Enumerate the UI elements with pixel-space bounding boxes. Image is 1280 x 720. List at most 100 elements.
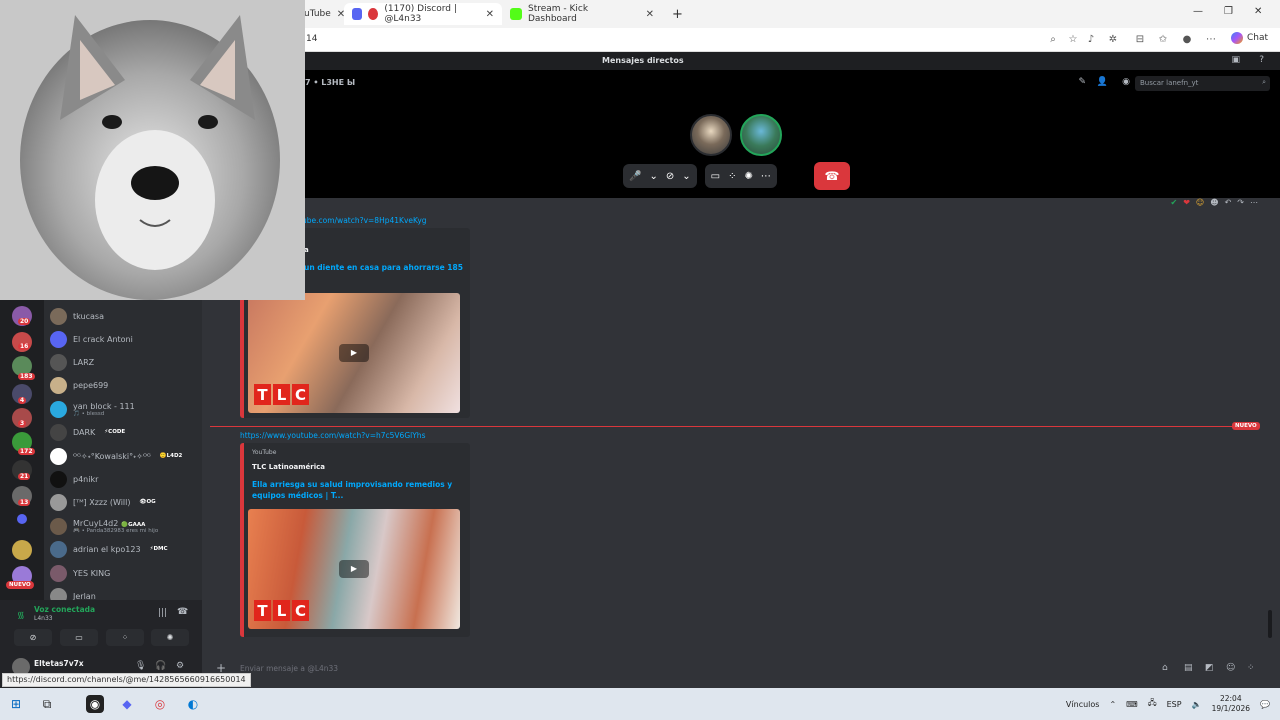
camera-off-button[interactable]: ⊘ — [14, 629, 52, 646]
hang-up-button[interactable]: ☎ — [814, 162, 850, 190]
sticker-icon[interactable]: ◩ — [1205, 663, 1214, 673]
read-aloud-icon[interactable]: ♪ — [1084, 33, 1098, 47]
camera-off-icon[interactable]: ⊘ — [666, 171, 674, 182]
connection-signal-icon[interactable]: ᯾ — [17, 608, 25, 621]
notifications-icon[interactable]: 💬 — [1260, 700, 1270, 709]
emoji-icon[interactable]: ☺ — [1226, 663, 1235, 673]
activities-icon[interactable]: ⁘ — [728, 171, 736, 182]
zoom-icon[interactable]: ⌕ — [1046, 33, 1060, 47]
minimize-icon[interactable]: — — [1193, 6, 1203, 17]
discord-taskbar-icon[interactable]: ◆ — [118, 695, 136, 713]
list-item[interactable]: tkucasa — [48, 305, 198, 327]
task-view-icon[interactable]: ⧉ — [38, 695, 56, 713]
soundboard-icon[interactable]: ✺ — [744, 171, 752, 182]
url-input[interactable]: 14 — [306, 34, 317, 44]
message-link[interactable]: ube.com/watch?v=8Hp41KveKyg — [302, 216, 427, 225]
gift-icon[interactable]: ⌂ — [1162, 663, 1168, 673]
links-toolbar[interactable]: Vínculos — [1066, 700, 1100, 709]
language-indicator[interactable]: ESP — [1167, 700, 1182, 709]
chevron-down-icon[interactable]: ⌄ — [682, 171, 690, 182]
play-icon[interactable]: ▶ — [339, 560, 369, 578]
video-thumbnail[interactable]: T L C ▶ — [248, 293, 460, 413]
add-friend-icon[interactable]: 👤 — [1097, 77, 1108, 87]
participant-avatar[interactable] — [690, 114, 732, 156]
list-item[interactable]: LARZ — [48, 351, 198, 373]
list-item[interactable]: ᴼᴳ✧˖°Kowalski°˖✧ᴼᴳ 🙂L4D2 — [48, 445, 198, 467]
favorites-icon[interactable]: ✩ — [1156, 33, 1170, 47]
tab-discord[interactable]: (1170) Discord | @L4n33 ✕ — [344, 3, 502, 25]
list-item[interactable]: DARK ⚡CODE — [48, 421, 198, 443]
gif-icon[interactable]: ▤ — [1184, 663, 1193, 673]
edge-browser-icon[interactable]: ◐ — [184, 695, 202, 713]
list-item[interactable]: MrCuyL4d2 🟢GAAA 🎮 • Panda382983 eres mi hi… — [48, 515, 198, 537]
checkmark-reaction-icon[interactable]: ✔ — [1171, 198, 1178, 207]
tab-kick[interactable]: Stream - Kick Dashboard ✕ — [502, 3, 662, 25]
reply-icon[interactable]: ↶ — [1225, 198, 1232, 207]
list-item[interactable]: adrian el kpo123 ⚡DMC — [48, 538, 198, 560]
participant-avatar[interactable] — [740, 114, 782, 156]
video-thumbnail[interactable]: T L C ▶ — [248, 509, 460, 629]
message-input[interactable]: Enviar mensaje a @L4n33 — [240, 664, 338, 673]
heart-reaction-icon[interactable]: ❤ — [1183, 198, 1190, 207]
list-item[interactable]: p4nikr — [48, 468, 198, 490]
more-options-icon[interactable]: ⋯ — [761, 171, 771, 182]
embed-author[interactable]: TLC Latinoamérica — [252, 463, 325, 471]
close-tab-icon[interactable]: ✕ — [486, 9, 494, 20]
network-icon[interactable]: 🖧 — [1148, 697, 1157, 711]
close-tab-icon[interactable]: ✕ — [646, 9, 654, 20]
microphone-icon[interactable]: 🎙 — [135, 661, 146, 671]
favorite-star-icon[interactable]: ☆ — [1066, 33, 1080, 47]
more-options-icon[interactable]: ⋯ — [1250, 198, 1258, 207]
apps-icon[interactable]: ⁘ — [1247, 663, 1255, 673]
search-placeholder: Buscar lanefn_yt — [1140, 79, 1199, 87]
screen-share-icon[interactable]: ▭ — [711, 171, 720, 182]
record-app-icon[interactable]: ◎ — [151, 695, 169, 713]
disconnect-icon[interactable]: ☎ — [177, 607, 188, 617]
keyboard-icon[interactable]: ⌨ — [1126, 700, 1138, 709]
voice-status[interactable]: Voz conectada — [34, 605, 95, 614]
chevron-up-icon[interactable]: ⌃ — [1109, 700, 1116, 709]
scrollbar[interactable] — [1268, 610, 1272, 638]
windows-start-icon[interactable]: ⊞ — [7, 695, 25, 713]
screen-share-button[interactable]: ▭ — [60, 629, 98, 646]
activities-button[interactable]: ⁘ — [106, 629, 144, 646]
server-folder-icon[interactable] — [17, 514, 27, 524]
profile-toggle-icon[interactable]: ◉ — [1122, 77, 1130, 87]
close-window-icon[interactable]: ✕ — [1254, 6, 1262, 17]
new-tab-button[interactable]: + — [664, 3, 691, 25]
emoji-reaction-icon[interactable]: ☺ — [1196, 198, 1204, 207]
dm-name: p4nikr — [73, 474, 99, 484]
add-reaction-icon[interactable]: ☻ — [1210, 198, 1218, 207]
message-link[interactable]: https://www.youtube.com/watch?v=h7c5V6Gl… — [240, 431, 425, 440]
embed-title[interactable]: Ella arriesga su salud improvisando reme… — [252, 479, 462, 501]
list-item[interactable]: yan block - 111 🎵 • blessd — [48, 398, 198, 420]
copilot-chat-button[interactable]: Chat — [1230, 32, 1268, 44]
forward-icon[interactable]: ↷ — [1237, 198, 1244, 207]
gear-icon[interactable]: ⚙ — [176, 661, 184, 671]
microphone-icon[interactable]: 🎤 — [629, 171, 641, 182]
clock[interactable]: 22:04 19/1/2026 — [1212, 694, 1250, 714]
list-item[interactable]: [ᵀᴹ] Xzzz (Will) 👁OG — [48, 491, 198, 513]
profile-icon[interactable]: ● — [1180, 33, 1194, 47]
chevron-down-icon[interactable]: ⌄ — [649, 171, 657, 182]
noise-suppression-icon[interactable]: ||| — [158, 608, 167, 618]
embed-title[interactable]: un diente en casa para ahorrarse 185 — [304, 262, 514, 273]
server-icon[interactable] — [12, 540, 32, 560]
extensions-icon[interactable]: ✲ — [1106, 33, 1120, 47]
soundboard-button[interactable]: ✺ — [151, 629, 189, 646]
play-icon[interactable]: ▶ — [339, 344, 369, 362]
pin-icon[interactable]: ✎ — [1078, 77, 1086, 87]
more-menu-icon[interactable]: ⋯ — [1204, 33, 1218, 47]
split-screen-icon[interactable]: ⊟ — [1133, 33, 1147, 47]
headphones-icon[interactable]: 🎧 — [155, 661, 166, 671]
help-icon[interactable]: ? — [1259, 55, 1264, 65]
mic-control[interactable]: 🎤 ⌄ ⊘ ⌄ — [623, 164, 697, 188]
search-input[interactable]: Buscar lanefn_yt ⌕ — [1135, 76, 1270, 91]
volume-icon[interactable]: 🔈 — [1192, 700, 1202, 709]
maximize-icon[interactable]: ❐ — [1224, 6, 1233, 17]
list-item[interactable]: pepe699 — [48, 374, 198, 396]
inbox-icon[interactable]: ▣ — [1231, 55, 1240, 65]
list-item[interactable]: YES KING — [48, 562, 198, 584]
list-item[interactable]: El crack Antoni — [48, 328, 198, 350]
obs-icon[interactable]: ◉ — [86, 695, 104, 713]
